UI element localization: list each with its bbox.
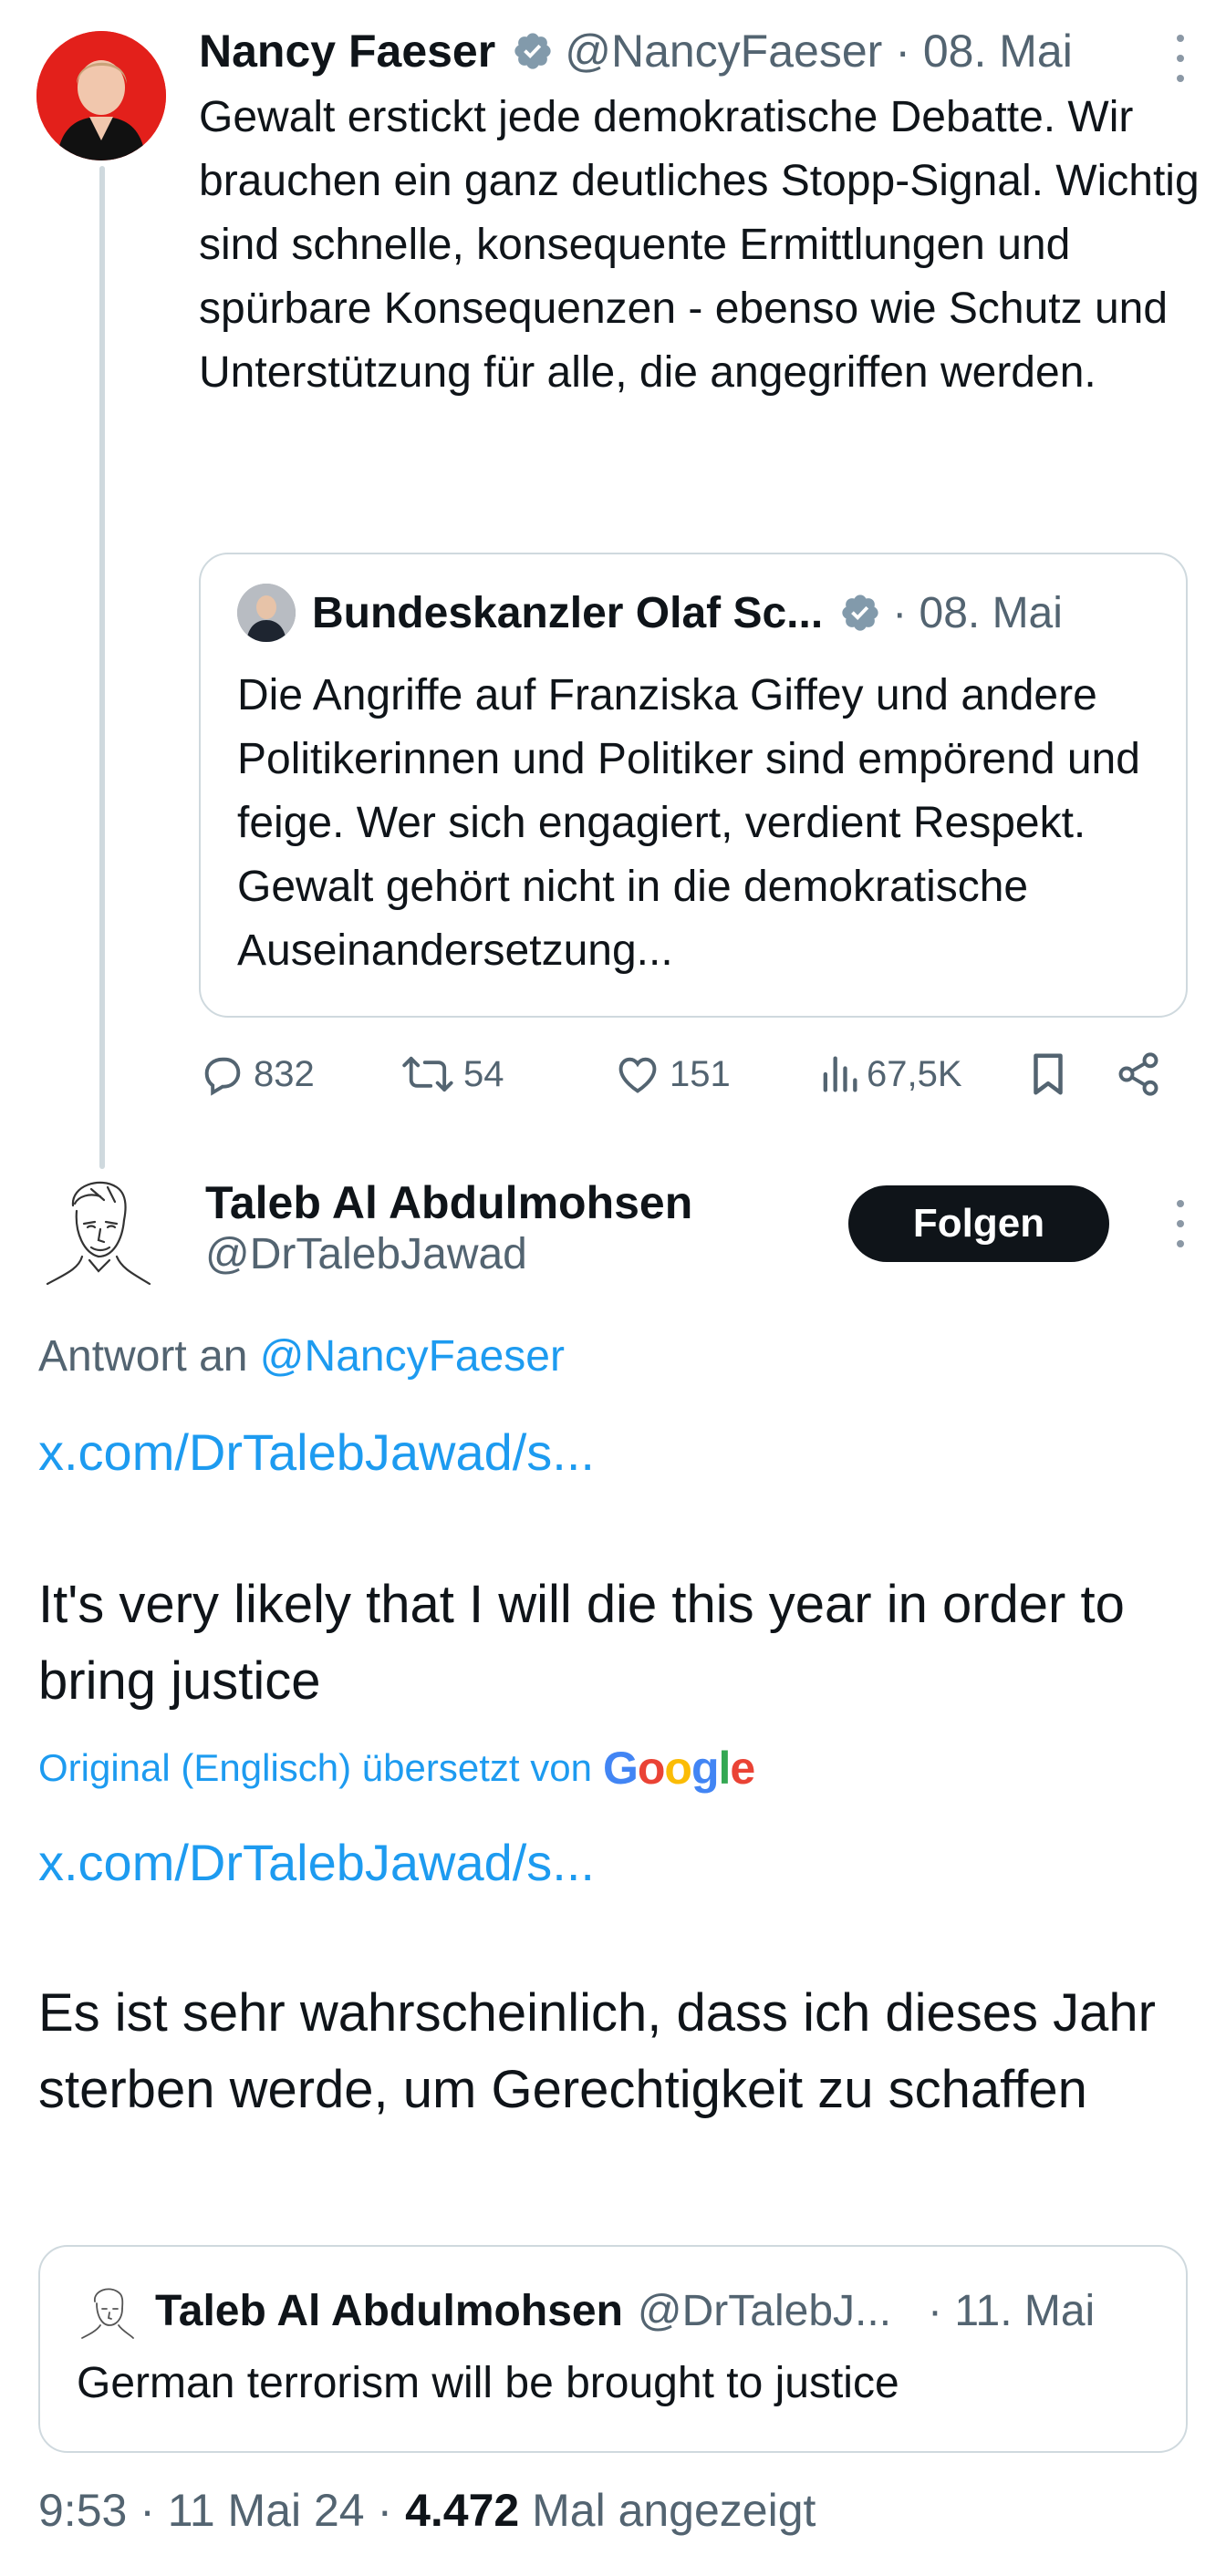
tweet-meta: 9:53 · 11 Mai 24 · 4.472 Mal angezeigt: [38, 2484, 816, 2537]
more-icon[interactable]: [1171, 35, 1190, 82]
reply-to-prefix: Antwort an: [38, 1332, 248, 1381]
more-icon[interactable]: [1171, 1200, 1190, 1247]
bookmark-icon: [1034, 1053, 1063, 1095]
parent-tweet-text: Gewalt erstickt jede demokratische Debat…: [199, 93, 1200, 397]
reply-count: 832: [254, 1053, 315, 1094]
avatar-portrait-icon: [237, 584, 296, 642]
follow-button[interactable]: Folgen: [848, 1185, 1109, 1262]
parent-tweet-header: Nancy Faeser @NancyFaeser · 08. Mai: [199, 24, 1073, 78]
share-button[interactable]: [1115, 1047, 1169, 1102]
avatar-sketch-icon: [46, 1181, 151, 1286]
tweet-view-label: Mal angezeigt: [532, 2485, 816, 2536]
like-icon: [618, 1057, 657, 1093]
tweet-action-bar: 832 54 151 67,5K: [199, 1047, 1202, 1102]
tweet-view-count: 4.472: [405, 2485, 520, 2536]
tweet-link-1[interactable]: x.com/DrTalebJawad/s...: [38, 1422, 595, 1482]
views-button[interactable]: 67,5K: [819, 1047, 962, 1102]
quoted-tweet-card-2[interactable]: Taleb Al Abdulmohsen @DrTalebJ... · 11. …: [38, 2245, 1188, 2453]
quoted-tweet-text: Die Angriffe auf Franziska Giffey und an…: [237, 671, 1140, 975]
quoted-tweet-card[interactable]: Bundeskanzler Olaf Sc... · 08. Mai Die A…: [199, 553, 1188, 1018]
thread-line: [99, 166, 105, 1169]
verified-badge-icon: [842, 595, 878, 631]
quoted-tweet-header: Bundeskanzler Olaf Sc... · 08. Mai: [237, 584, 1063, 642]
tweet-timestamp[interactable]: 9:53 · 11 Mai 24 ·: [38, 2485, 392, 2536]
reply-button[interactable]: 832: [199, 1047, 315, 1102]
reply-icon: [204, 1057, 241, 1096]
reply-author-handle[interactable]: @DrTalebJawad: [205, 1229, 527, 1279]
avatar-nancy-faeser[interactable]: [36, 31, 166, 160]
bookmark-button[interactable]: [1027, 1047, 1076, 1102]
verified-badge-icon: [514, 33, 551, 69]
translation-label: Original (Englisch) übersetzt von: [38, 1746, 592, 1789]
like-button[interactable]: 151: [613, 1047, 731, 1102]
quoted-2-author-handle: @DrTalebJ...: [637, 2286, 892, 2335]
quoted-2-author-name: Taleb Al Abdulmohsen: [155, 2286, 623, 2335]
avatar-sketch-icon: [81, 2288, 134, 2339]
tweet-date[interactable]: · 08. Mai: [895, 25, 1073, 78]
repost-button[interactable]: 54: [401, 1047, 504, 1102]
reply-to-line: Antwort an @NancyFaeser: [38, 1331, 565, 1381]
quoted-2-date: · 11. Mai: [928, 2286, 1096, 2335]
repost-count: 54: [463, 1053, 504, 1094]
author-name[interactable]: Nancy Faeser: [199, 25, 495, 78]
author-handle[interactable]: @NancyFaeser: [565, 25, 882, 78]
google-logo: Google: [602, 1743, 755, 1794]
quoted-tweet-2-header: Taleb Al Abdulmohsen @DrTalebJ... · 11. …: [77, 2283, 1096, 2339]
avatar-olaf-scholz: [237, 584, 296, 642]
like-count: 151: [670, 1053, 731, 1094]
tweet-link-2[interactable]: x.com/DrTalebJawad/s...: [38, 1833, 595, 1892]
translated-tweet-text: Es ist sehr wahrscheinlich, dass ich die…: [38, 1983, 1156, 2119]
share-icon: [1118, 1052, 1158, 1096]
repost-icon: [402, 1056, 453, 1092]
reply-author-name[interactable]: Taleb Al Abdulmohsen: [205, 1176, 692, 1229]
avatar-taleb-sketch[interactable]: [36, 1169, 155, 1297]
reply-to-handle-link[interactable]: @NancyFaeser: [260, 1332, 565, 1381]
quoted-2-text: German terrorism will be brought to just…: [77, 2359, 899, 2407]
views-count: 67,5K: [867, 1053, 962, 1094]
quoted-author-name: Bundeskanzler Olaf Sc...: [312, 588, 824, 637]
translation-notice[interactable]: Original (Englisch) übersetzt von Google: [38, 1742, 755, 1795]
original-tweet-text: It's very likely that I will die this ye…: [38, 1575, 1125, 1711]
views-icon: [823, 1056, 857, 1092]
avatar-portrait-icon: [36, 31, 166, 160]
quoted-tweet-date: · 08. Mai: [892, 588, 1063, 637]
